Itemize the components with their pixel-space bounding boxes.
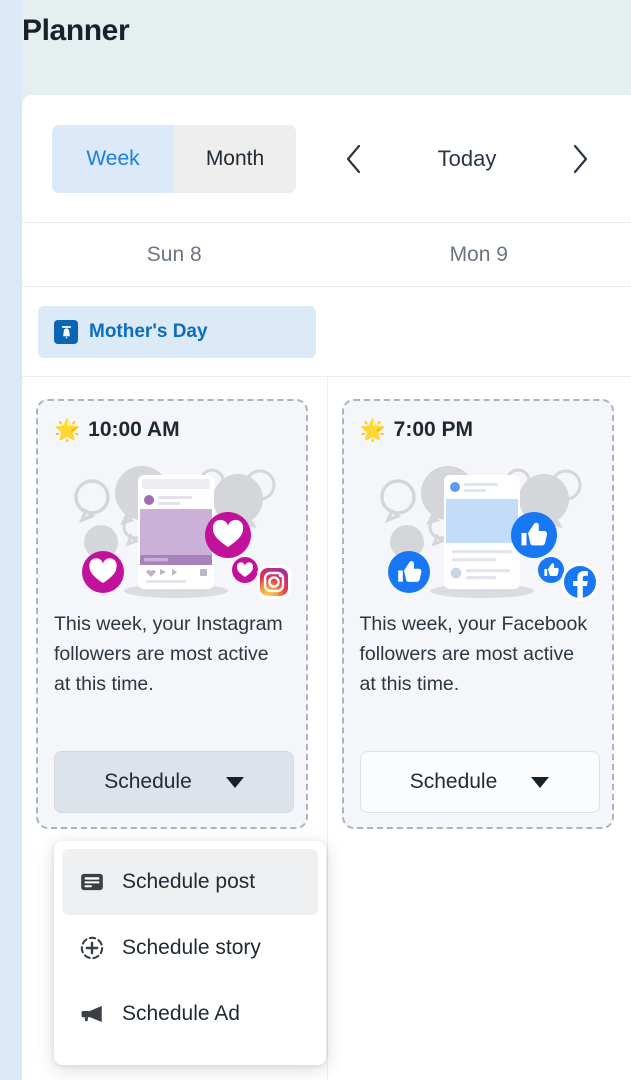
chevron-left-icon[interactable] <box>332 134 376 184</box>
schedule-button-facebook[interactable]: Schedule <box>359 751 600 813</box>
caret-down-icon <box>531 776 550 788</box>
menu-item-label: Schedule Ad <box>122 1002 240 1025</box>
schedule-button-label: Schedule <box>409 770 498 793</box>
day-header-mon[interactable]: Mon 9 <box>327 223 631 286</box>
gift-bag-icon <box>54 320 78 344</box>
menu-item-schedule-ad[interactable]: Schedule Ad <box>62 981 318 1047</box>
date-navigation: Today <box>332 125 602 193</box>
all-day-row: Mother's Day <box>22 287 631 377</box>
card-description: This week, your Facebook followers are m… <box>359 613 588 695</box>
day-header-row: Sun 8 Mon 9 <box>22 223 631 287</box>
megaphone-icon <box>78 1000 106 1028</box>
schedule-button-instagram[interactable]: Schedule <box>54 751 294 813</box>
day-column-mon: 🌟 7:00 PM This week, your Facebook follo… <box>326 377 631 1080</box>
sparkle-star-icon: 🌟 <box>359 418 386 442</box>
plus-circle-dashed-icon <box>78 934 106 962</box>
holiday-chip-label: Mother's Day <box>89 321 208 342</box>
card-time-row: 🌟 10:00 AM <box>54 413 290 447</box>
sparkle-star-icon: 🌟 <box>54 418 81 442</box>
card-time-row: 🌟 7:00 PM <box>360 413 596 447</box>
today-label[interactable]: Today <box>438 146 497 172</box>
tab-month[interactable]: Month <box>174 125 296 193</box>
card-description: This week, your Instagram followers are … <box>54 613 283 695</box>
suggestion-card-instagram: 🌟 10:00 AM This week, your Instagram fol… <box>36 399 308 829</box>
schedule-dropdown-menu: Schedule post Schedule story Schedule Ad <box>54 841 326 1065</box>
suggestion-card-facebook: 🌟 7:00 PM This week, your Facebook follo… <box>341 399 614 829</box>
card-time: 10:00 AM <box>88 418 180 441</box>
caret-down-icon <box>225 776 244 788</box>
card-time: 7:00 PM <box>393 418 474 441</box>
holiday-chip-mothers-day[interactable]: Mother's Day <box>38 306 316 358</box>
instagram-engagement-illustration <box>54 451 291 601</box>
page-title: Planner <box>22 14 130 47</box>
card-post-icon <box>78 868 106 896</box>
left-rail <box>0 0 22 1080</box>
day-header-sun[interactable]: Sun 8 <box>22 223 327 286</box>
facebook-engagement-illustration <box>360 451 599 601</box>
menu-item-label: Schedule post <box>122 870 256 893</box>
chevron-right-icon[interactable] <box>558 134 602 184</box>
view-toggle-group: Week Month <box>52 125 296 193</box>
menu-item-schedule-story[interactable]: Schedule story <box>62 915 318 981</box>
schedule-button-label: Schedule <box>104 770 192 793</box>
menu-item-label: Schedule story <box>122 936 261 959</box>
menu-item-schedule-post[interactable]: Schedule post <box>62 849 318 915</box>
tab-week[interactable]: Week <box>52 125 174 193</box>
planner-toolbar: Week Month Today <box>22 95 631 223</box>
